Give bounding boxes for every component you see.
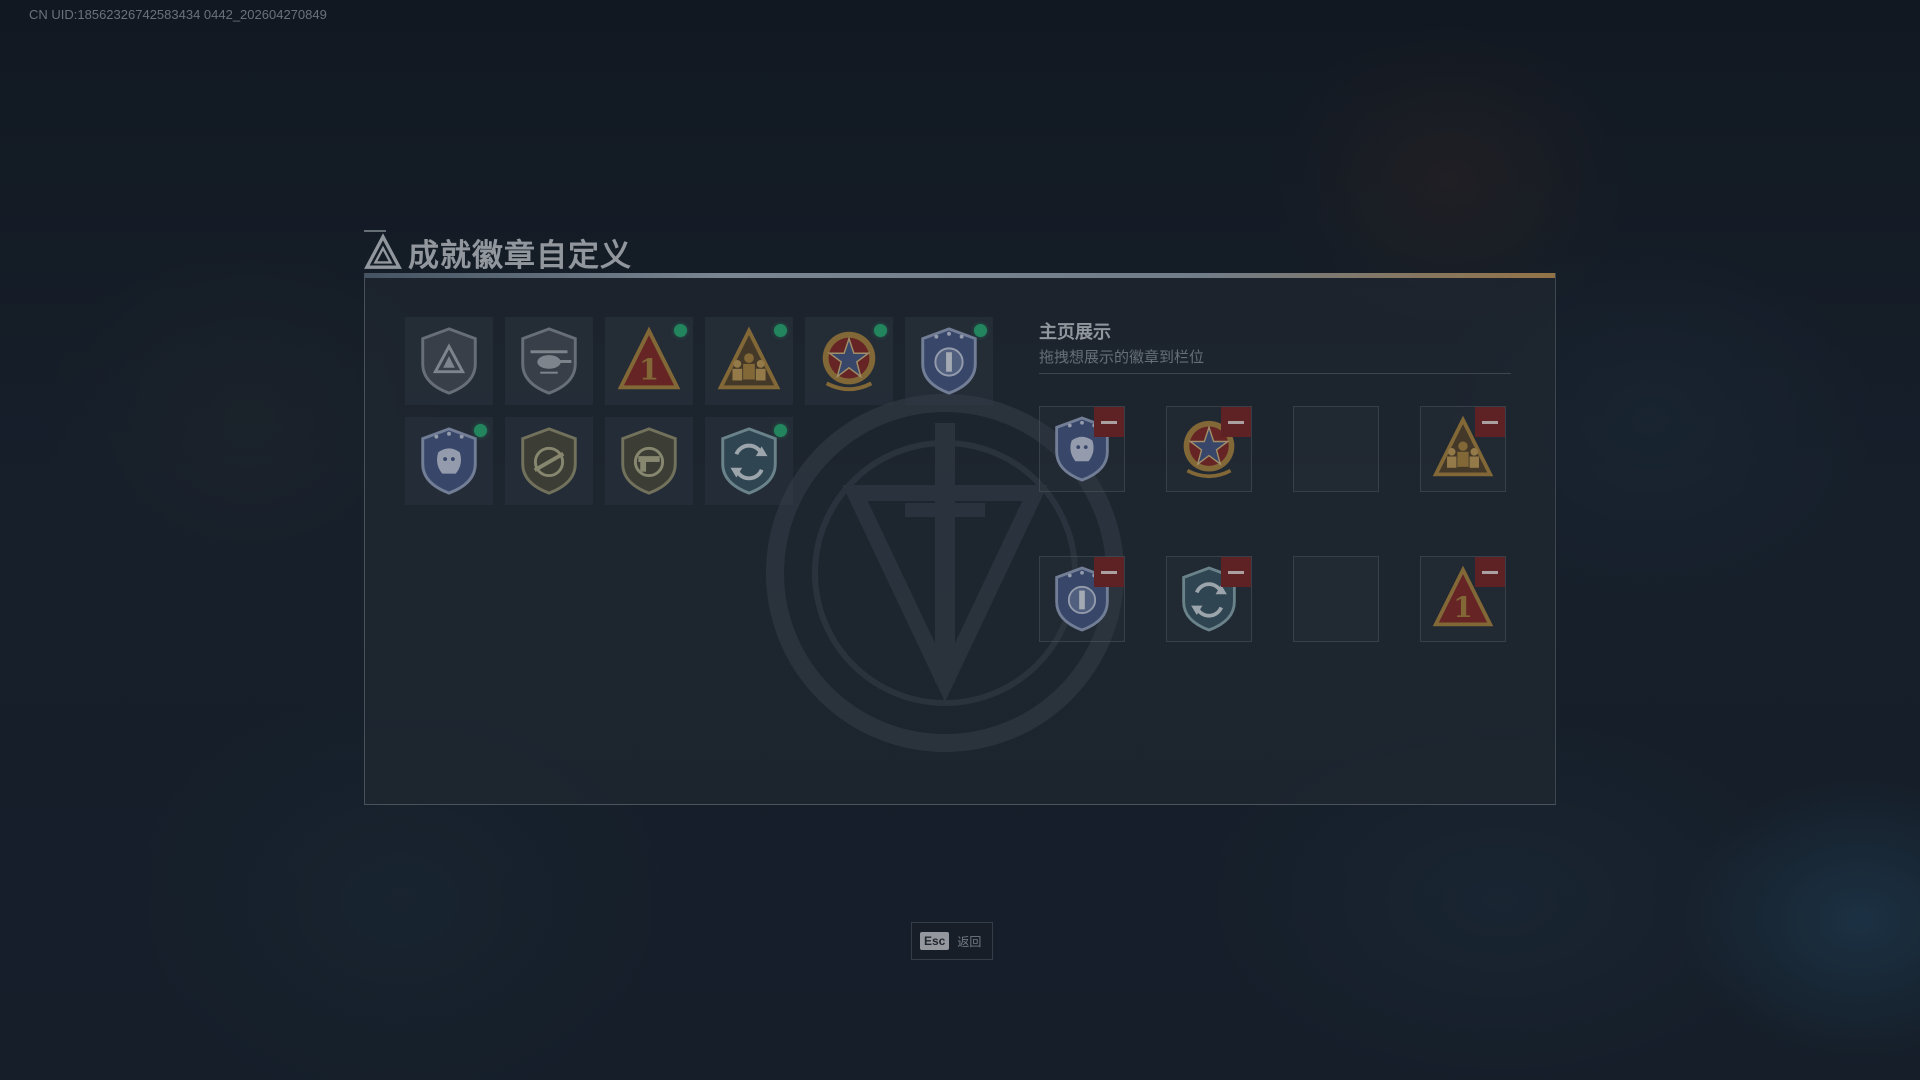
badge-item[interactable]	[605, 417, 693, 505]
svg-text:1: 1	[639, 352, 659, 386]
showcase-slot-empty[interactable]	[1293, 556, 1379, 642]
page-title: 成就徽章自定义	[408, 237, 632, 274]
showcase-slot[interactable]	[1166, 556, 1252, 642]
badge-item[interactable]	[405, 317, 493, 405]
showcase-slot[interactable]	[1166, 406, 1252, 492]
remove-badge-button[interactable]	[1475, 407, 1505, 437]
minus-icon	[1482, 570, 1498, 574]
triangle-logo-icon	[364, 233, 402, 269]
badge-item[interactable]	[805, 317, 893, 405]
showcase-title: 主页展示	[1039, 322, 1111, 343]
triangle-shield-badge-icon	[421, 327, 477, 395]
squad-triangle-badge-icon	[717, 326, 781, 390]
rifle-shield-badge-icon	[521, 427, 577, 495]
badge-item[interactable]	[405, 417, 493, 505]
helicopter-shield-badge-icon	[521, 327, 577, 395]
arrows-crest-badge-icon	[721, 427, 777, 495]
minus-icon	[1101, 570, 1117, 574]
equipped-indicator	[974, 324, 987, 337]
minus-icon	[1228, 420, 1244, 424]
minus-icon	[1482, 420, 1498, 424]
back-button[interactable]: Esc 返回	[911, 922, 993, 960]
equipped-indicator	[774, 424, 787, 437]
star-emblem-badge-icon	[822, 331, 876, 392]
pistol-shield-badge-icon	[621, 427, 677, 495]
showcase-slot[interactable]	[1420, 406, 1506, 492]
equipped-indicator	[874, 324, 887, 337]
remove-badge-button[interactable]	[1475, 557, 1505, 587]
badge-item[interactable]	[705, 417, 793, 505]
equipped-indicator	[774, 324, 787, 337]
page-header: 成就徽章自定义	[364, 232, 632, 274]
badge-item[interactable]	[505, 417, 593, 505]
svg-text:1: 1	[1453, 591, 1473, 624]
showcase-slot-empty[interactable]	[1293, 406, 1379, 492]
badge-panel: 1 主页展示 拖拽想展示的徽章到栏位 1	[364, 273, 1556, 805]
remove-badge-button[interactable]	[1221, 407, 1251, 437]
badge-item[interactable]	[505, 317, 593, 405]
showcase-subtitle: 拖拽想展示的徽章到栏位	[1039, 348, 1205, 366]
equipped-indicator	[674, 324, 687, 337]
showcase-divider	[1039, 373, 1511, 374]
esc-key-icon: Esc	[920, 932, 950, 950]
lion-crest-badge-icon	[421, 427, 477, 495]
badge-collection: 1	[405, 317, 1005, 505]
minus-icon	[1101, 420, 1117, 424]
badge-item[interactable]	[705, 317, 793, 405]
uid-watermark: CN UID:18562326742583434 0442_2026042708…	[29, 7, 327, 22]
panel-top-line	[365, 273, 1555, 278]
badge-item[interactable]	[905, 317, 993, 405]
badge-item[interactable]: 1	[605, 317, 693, 405]
number-one-triangle-badge-icon: 1	[617, 326, 681, 390]
showcase-slot[interactable]	[1039, 556, 1125, 642]
remove-badge-button[interactable]	[1221, 557, 1251, 587]
showcase-slot[interactable]: 1	[1420, 556, 1506, 642]
showcase-slot[interactable]	[1039, 406, 1125, 492]
blue-crest-badge-icon	[921, 327, 977, 395]
equipped-indicator	[474, 424, 487, 437]
remove-badge-button[interactable]	[1094, 557, 1124, 587]
back-label: 返回	[957, 934, 982, 949]
minus-icon	[1228, 570, 1244, 574]
remove-badge-button[interactable]	[1094, 407, 1124, 437]
